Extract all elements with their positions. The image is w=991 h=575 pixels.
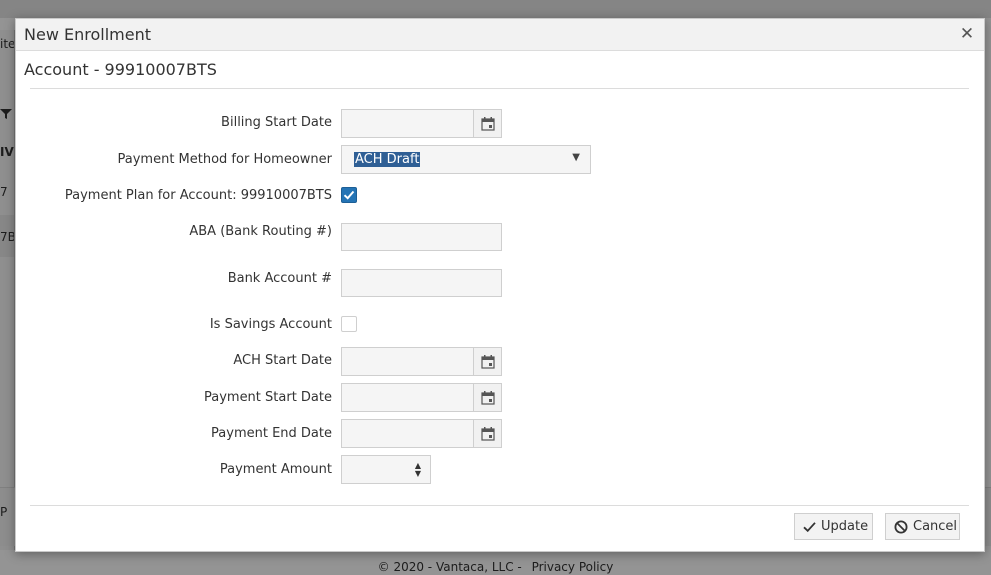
payment-start-date-label: Payment Start Date (203, 390, 332, 405)
ban-icon (894, 520, 908, 534)
payment-end-date-input[interactable] (341, 419, 502, 448)
calendar-icon[interactable] (473, 420, 501, 447)
payment-plan-checkbox[interactable] (341, 187, 357, 203)
divider (30, 88, 969, 89)
bank-account-input[interactable] (341, 269, 502, 297)
bank-account-label: Bank Account # (227, 271, 332, 286)
payment-method-label: Payment Method for Homeowner (117, 152, 333, 167)
payment-method-value: ACH Draft (354, 152, 421, 167)
payment-start-date-input[interactable] (341, 383, 502, 412)
close-icon[interactable]: ✕ (959, 25, 975, 43)
calendar-icon[interactable] (473, 348, 501, 375)
cancel-button[interactable]: Cancel (885, 513, 960, 540)
billing-start-date-input[interactable] (341, 109, 502, 138)
checkmark-icon (803, 521, 816, 533)
dialog-title: New Enrollment (24, 25, 151, 44)
aba-label: ABA (Bank Routing #) (189, 224, 332, 239)
payment-plan-label: Payment Plan for Account: 99910007BTS (64, 188, 332, 203)
ach-start-date-label: ACH Start Date (233, 353, 332, 368)
cancel-button-label: Cancel (913, 519, 958, 534)
account-heading: Account - 99910007BTS (24, 60, 217, 79)
spinner-icon[interactable]: ▲ ▼ (406, 456, 430, 483)
calendar-icon[interactable] (473, 384, 501, 411)
update-button[interactable]: Update (794, 513, 873, 540)
payment-end-date-label: Payment End Date (211, 426, 332, 441)
dialog-titlebar: New Enrollment ✕ (16, 19, 984, 51)
spinner-down-icon[interactable]: ▼ (415, 469, 421, 478)
is-savings-checkbox[interactable] (341, 316, 357, 332)
is-savings-label: Is Savings Account (209, 317, 332, 332)
dropdown-arrow-icon: ▼ (572, 152, 580, 163)
checkmark-icon (343, 190, 355, 200)
payment-amount-input[interactable]: ▲ ▼ (341, 455, 431, 484)
update-button-label: Update (821, 519, 869, 534)
calendar-icon[interactable] (473, 110, 501, 137)
billing-start-date-label: Billing Start Date (221, 115, 332, 130)
payment-amount-label: Payment Amount (219, 462, 332, 477)
aba-input[interactable] (341, 223, 502, 251)
ach-start-date-input[interactable] (341, 347, 502, 376)
payment-method-select[interactable]: ACH Draft ▼ (341, 145, 591, 174)
new-enrollment-dialog: New Enrollment ✕ Account - 99910007BTS B… (15, 18, 985, 552)
divider (30, 505, 969, 506)
